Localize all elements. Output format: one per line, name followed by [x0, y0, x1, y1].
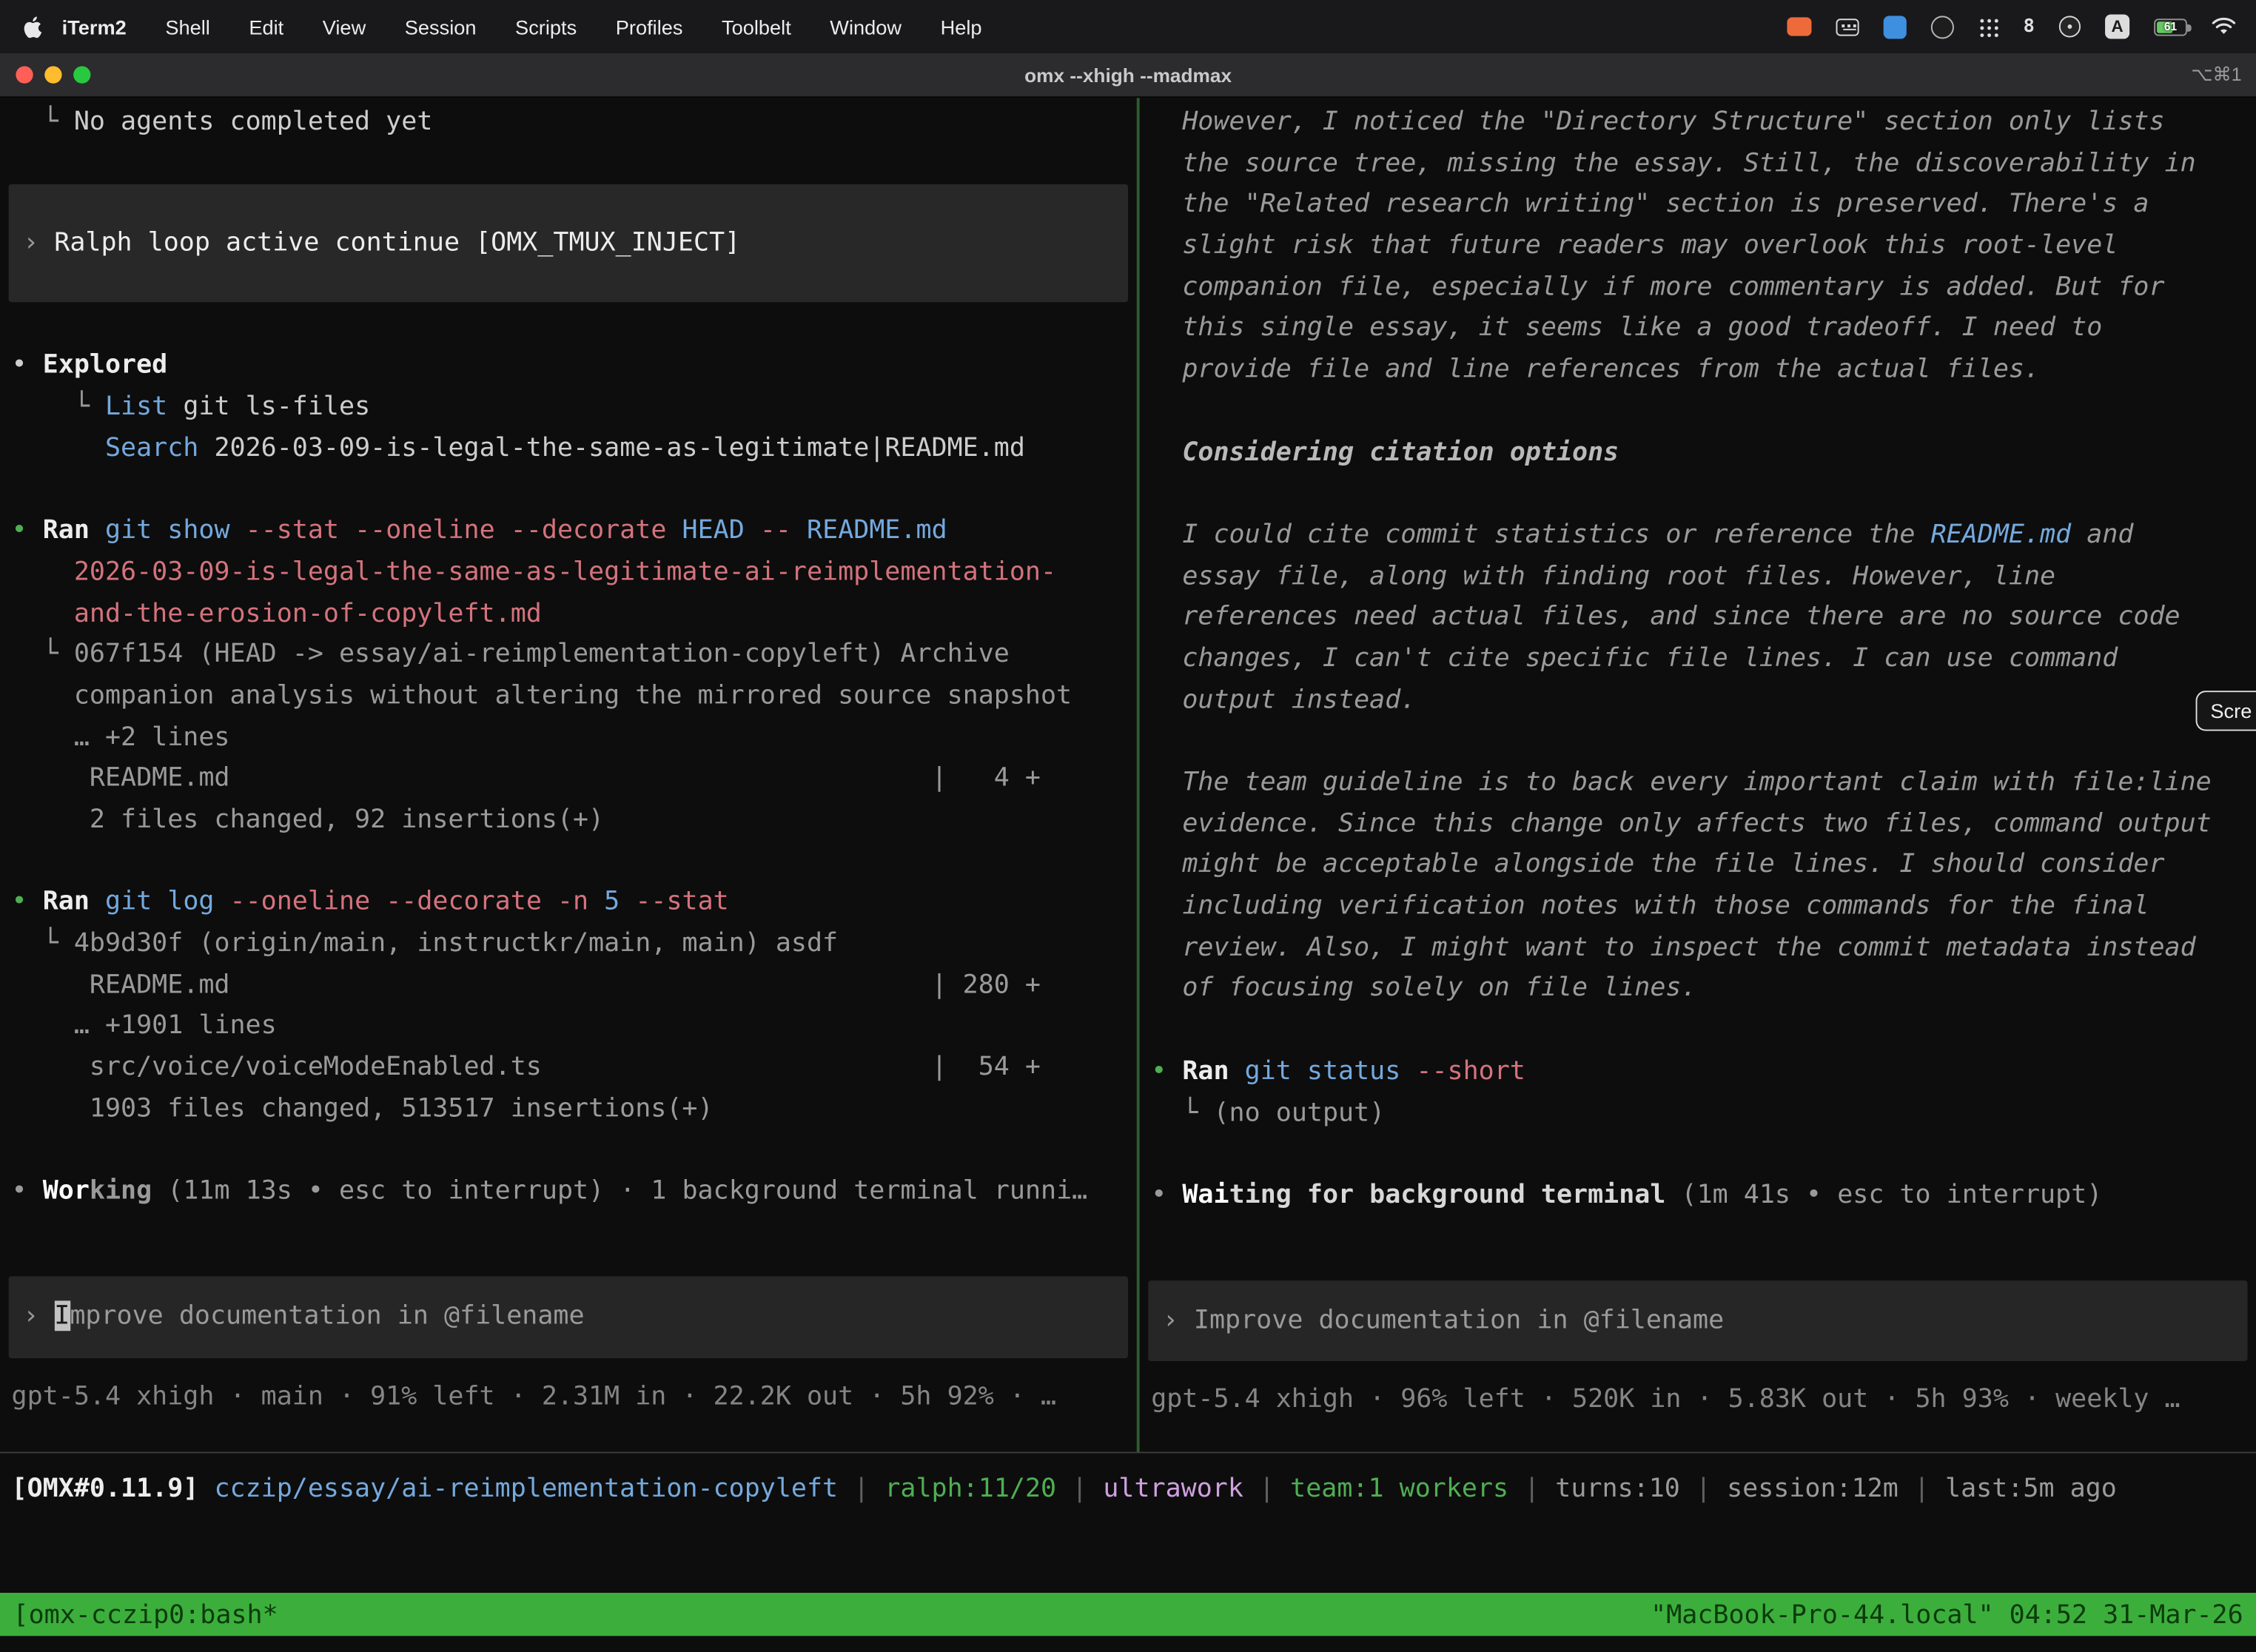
blue-app-icon[interactable] [1884, 15, 1907, 38]
terminal-line: and-the-erosion-of-copyleft.md [0, 594, 1137, 635]
terminal-line: of focusing solely on file lines. [1140, 969, 2256, 1010]
blank-line [1140, 1134, 2256, 1175]
terminal-line: src/voice/voiceModeEnabled.ts | 54 + [0, 1047, 1137, 1089]
terminal-line: └ List git ls-files [0, 387, 1137, 429]
prompt-input[interactable]: › Improve documentation in @filename [1148, 1280, 2247, 1361]
menu-item-profiles[interactable]: Profiles [616, 15, 683, 38]
menu-item-shell[interactable]: Shell [165, 15, 210, 38]
terminal-line: └ (no output) [1140, 1092, 2256, 1134]
terminal-line: • Working (11m 13s • esc to interrupt) ·… [0, 1172, 1137, 1213]
window-title: omx --xhigh --madmax [0, 64, 2256, 86]
terminal-line: I could cite commit statistics or refere… [1140, 515, 2256, 557]
menu-item-scripts[interactable]: Scripts [515, 15, 577, 38]
menu-item-view[interactable]: View [323, 15, 366, 38]
terminal-pane-left[interactable]: └ No agents completed yet › Ralph loop ac… [0, 98, 1137, 1451]
blank-line [0, 470, 1137, 511]
screen: iTerm2 Shell Edit View Session Scripts Profile… [0, 0, 2256, 1652]
terminal: └ No agents completed yet › Ralph loop ac… [0, 98, 2256, 1652]
battery-percent: 61 [2155, 19, 2186, 33]
blank-line [1140, 391, 2256, 432]
menu-item-edit[interactable]: Edit [249, 15, 283, 38]
apple-menu-icon[interactable] [20, 14, 44, 38]
blank-line [1140, 722, 2256, 763]
menu-item-iterm2[interactable]: iTerm2 [62, 15, 127, 38]
terminal-line: └ No agents completed yet [0, 102, 1137, 144]
wifi-icon[interactable] [2212, 13, 2236, 39]
terminal-line: references need actual files, and since … [1140, 597, 2256, 639]
terminal-line: the source tree, missing the essay. Stil… [1140, 144, 2256, 185]
blank-line [1140, 1010, 2256, 1052]
terminal-line: └ 4b9d30f (origin/main, instructkr/main,… [0, 924, 1137, 965]
circle-app-icon[interactable] [2059, 16, 2081, 37]
blank-line [0, 1130, 1137, 1172]
terminal-line: including verification notes with those … [1140, 887, 2256, 928]
terminal-line: slight risk that future readers may over… [1140, 226, 2256, 267]
screen-recording-indicator-icon[interactable] [1787, 17, 1812, 36]
menu-item-help[interactable]: Help [941, 15, 982, 38]
terminal-line: … +2 lines [0, 717, 1137, 759]
menu-bar-status-icons: 8 A 61 [1787, 13, 2236, 39]
menu-items: iTerm2 Shell Edit View Session Scripts Profile… [62, 15, 982, 38]
omx-status-bar: [OMX#0.11.9] cczip/essay/ai-reimplementa… [0, 1451, 2256, 1523]
window-title-bar[interactable]: omx --xhigh --madmax ⌥⌘1 [0, 53, 2256, 98]
terminal-line: … +1901 lines [0, 1007, 1137, 1048]
terminal-line: The team guideline is to back every impo… [1140, 762, 2256, 804]
terminal-line: gpt-5.4 xhigh · 96% left · 520K in · 5.8… [1140, 1380, 2256, 1422]
menu-item-window[interactable]: Window [830, 15, 902, 38]
terminal-line: • Explored [0, 346, 1137, 387]
terminal-line: companion analysis without altering the … [0, 676, 1137, 717]
terminal-line: Considering citation options [1140, 432, 2256, 474]
menu-item-session[interactable]: Session [405, 15, 477, 38]
keyboard-grid-icon[interactable] [1836, 18, 1859, 35]
terminal-line: 2026-03-09-is-legal-the-same-as-legitima… [0, 552, 1137, 594]
blank-line [0, 842, 1137, 883]
window-shortcut-hint: ⌥⌘1 [2191, 64, 2241, 87]
terminal-line: 2 files changed, 92 insertions(+) [0, 800, 1137, 842]
key-icon[interactable]: 8 [2024, 13, 2035, 39]
terminal-line: review. Also, I might want to inspect th… [1140, 927, 2256, 969]
tmux-panes: └ No agents completed yet › Ralph loop ac… [0, 98, 2256, 1451]
tmux-host-clock: "MacBook-Pro-44.local" 04:52 31-Mar-26 [1651, 1599, 2243, 1630]
terminal-pane-right[interactable]: However, I noticed the "Directory Struct… [1140, 98, 2256, 1451]
app-launcher-icon[interactable] [1978, 16, 1998, 36]
input-source-icon[interactable]: A [2105, 14, 2129, 38]
battery-icon[interactable]: 61 [2154, 18, 2187, 35]
loop-status-banner: › Ralph loop active continue [OMX_TMUX_I… [9, 184, 1128, 303]
terminal-line: companion file, especially if more comme… [1140, 267, 2256, 309]
terminal-line: • Ran git status --short [1140, 1052, 2256, 1093]
terminal-line: Search 2026-03-09-is-legal-the-same-as-l… [0, 429, 1137, 470]
menu-item-toolbelt[interactable]: Toolbelt [722, 15, 791, 38]
blank-line [1140, 474, 2256, 515]
terminal-line: might be acceptable alongside the file l… [1140, 845, 2256, 887]
dark-app-icon[interactable] [1931, 15, 1954, 38]
bottom-spacer [0, 1524, 2256, 1593]
terminal-line: provide file and line references from th… [1140, 350, 2256, 392]
tmux-status-bar: [omx-cczip0:bash* "MacBook-Pro-44.local"… [0, 1593, 2256, 1636]
terminal-line: • Waiting for background terminal (1m 41… [1140, 1175, 2256, 1217]
terminal-line: However, I noticed the "Directory Struct… [1140, 102, 2256, 144]
terminal-line: README.md | 280 + [0, 965, 1137, 1007]
prompt-input[interactable]: › Improve documentation in @filename [9, 1276, 1128, 1357]
terminal-line: output instead. [1140, 680, 2256, 722]
terminal-line: • Ran git log --oneline --decorate -n 5 … [0, 882, 1137, 924]
terminal-line: changes, I can't cite specific file line… [1140, 639, 2256, 680]
terminal-line: essay file, along with finding root file… [1140, 556, 2256, 597]
terminal-line: README.md | 4 + [0, 759, 1137, 800]
terminal-line: └ 067f154 (HEAD -> essay/ai-reimplementa… [0, 635, 1137, 676]
tmux-session-label: [omx-cczip0:bash* [13, 1599, 278, 1630]
menu-bar: iTerm2 Shell Edit View Session Scripts Profile… [0, 0, 2256, 53]
terminal-line: • Ran git show --stat --oneline --decora… [0, 511, 1137, 552]
screenshot-toast[interactable]: Scre [2196, 691, 2256, 731]
terminal-line: the "Related research writing" section i… [1140, 185, 2256, 226]
terminal-line: 1903 files changed, 513517 insertions(+) [0, 1089, 1137, 1130]
terminal-line: this single essay, it seems like a good … [1140, 309, 2256, 350]
terminal-line: evidence. Since this change only affects… [1140, 804, 2256, 845]
terminal-line: gpt-5.4 xhigh · main · 91% left · 2.31M … [0, 1376, 1137, 1417]
